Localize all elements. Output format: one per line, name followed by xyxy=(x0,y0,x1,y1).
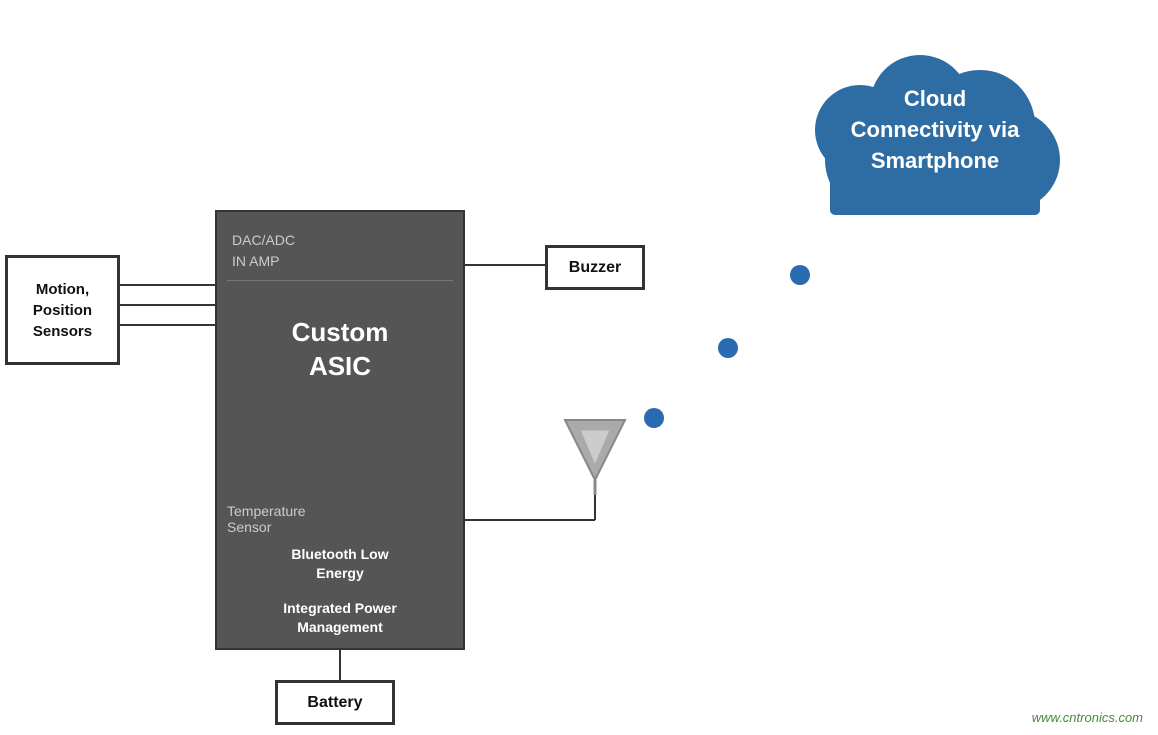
watermark: www.cntronics.com xyxy=(1032,710,1143,725)
ble-label: Bluetooth Low Energy xyxy=(227,545,453,584)
ble-dot-2 xyxy=(718,338,738,358)
ipm-label: Integrated Power Management xyxy=(227,599,453,638)
buzzer-box: Buzzer xyxy=(545,245,645,290)
sensors-label: Motion, Position Sensors xyxy=(33,279,92,342)
asic-box: DAC/ADCIN AMP Custom ASIC TemperatureSen… xyxy=(215,210,465,650)
battery-label: Battery xyxy=(307,694,362,712)
asic-title: Custom ASIC xyxy=(227,316,453,384)
antenna-symbol xyxy=(555,415,635,500)
dac-adc-label: DAC/ADCIN AMP xyxy=(232,230,448,272)
asic-bottom: TemperatureSensor Bluetooth Low Energy I… xyxy=(227,493,453,638)
battery-box: Battery xyxy=(275,680,395,725)
cloud-line3: Smartphone xyxy=(871,147,999,172)
cloud-line2: Connectivity via xyxy=(851,117,1020,142)
temp-sensor-label: TemperatureSensor xyxy=(227,503,453,535)
ble-dot-1 xyxy=(644,408,664,428)
sensors-box: Motion, Position Sensors xyxy=(5,255,120,365)
asic-top: DAC/ADCIN AMP xyxy=(227,222,453,281)
cloud-shape: Cloud Connectivity via Smartphone xyxy=(780,30,1090,230)
ble-dot-3 xyxy=(790,265,810,285)
buzzer-label: Buzzer xyxy=(569,259,621,277)
cloud-text: Cloud Connectivity via Smartphone xyxy=(851,84,1020,176)
cloud-line1: Cloud xyxy=(904,86,966,111)
